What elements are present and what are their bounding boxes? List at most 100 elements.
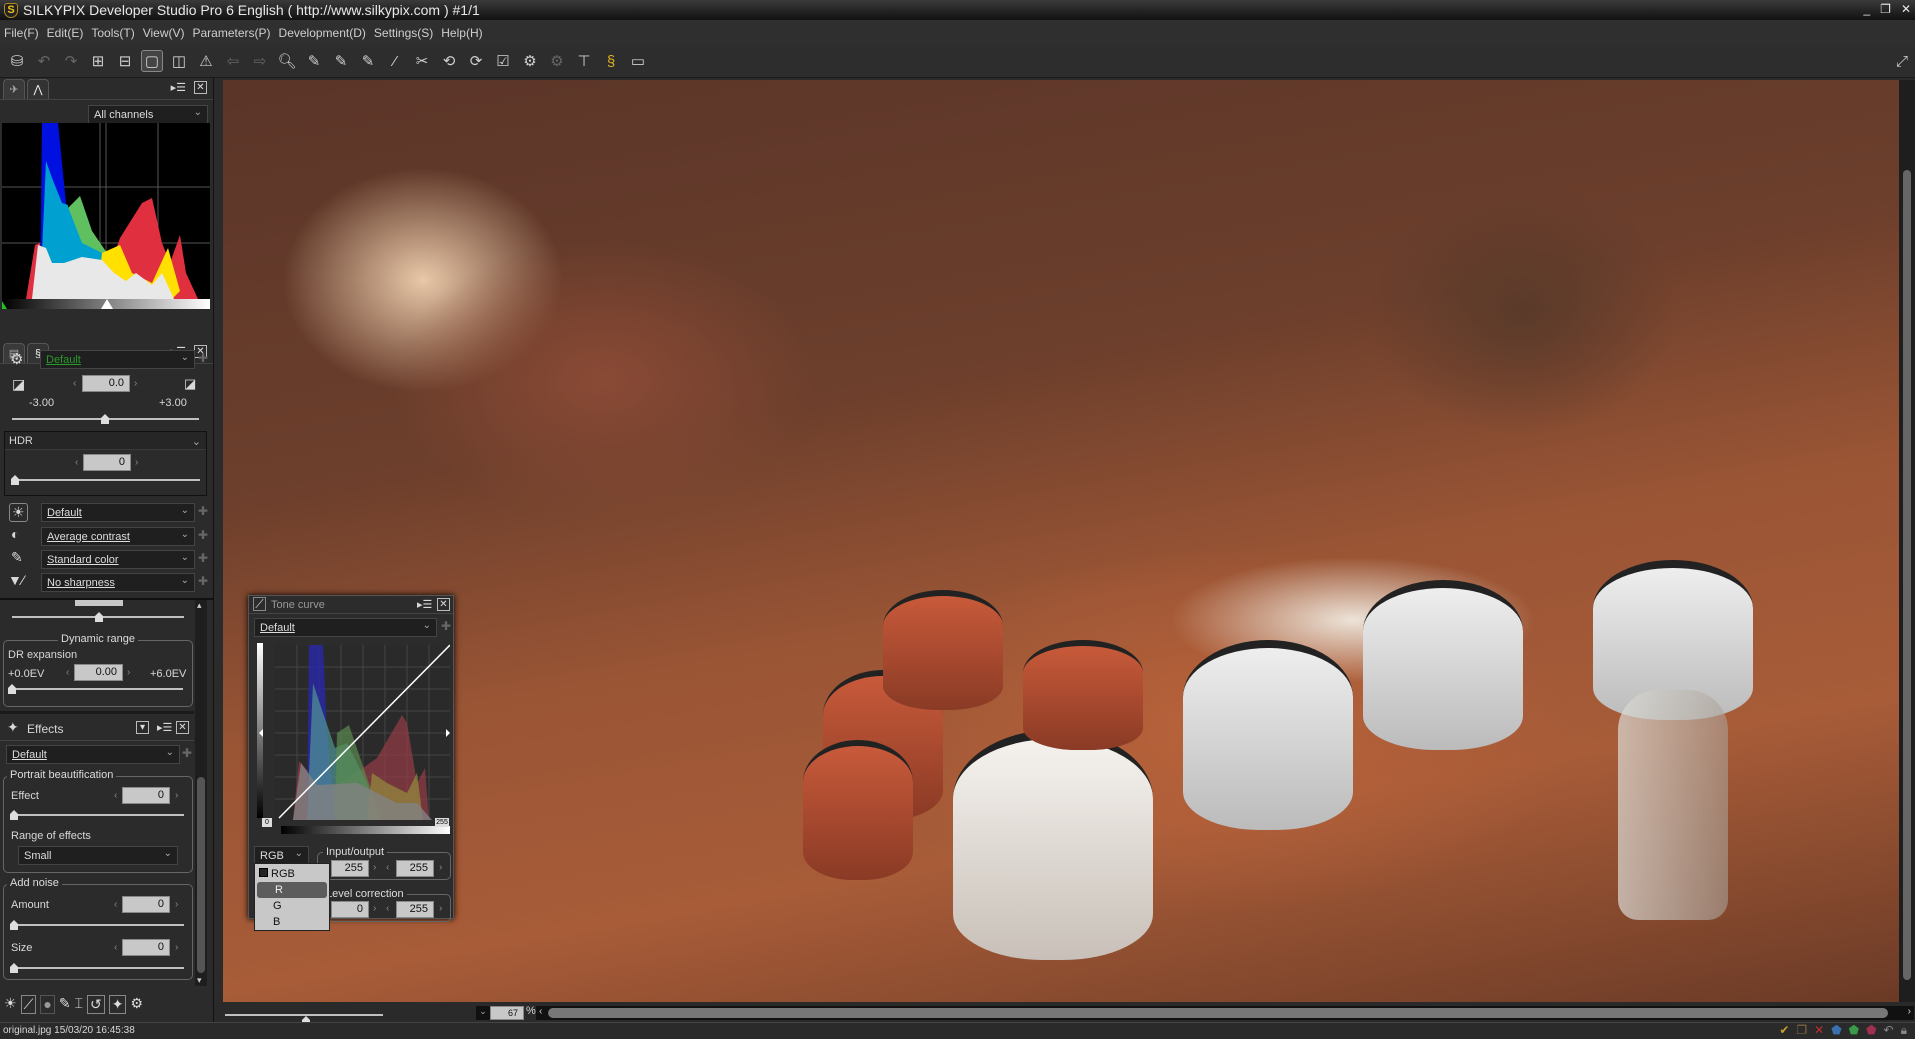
copy-icon[interactable]: ❐ xyxy=(1796,1023,1807,1038)
range-of-effects-select[interactable]: Small ⌄ xyxy=(18,846,178,865)
minimize-button[interactable]: _ xyxy=(1863,2,1870,16)
hdr-field[interactable]: 0 xyxy=(83,454,131,471)
add-preset-icon[interactable]: ✚ xyxy=(198,551,208,565)
silkypix-icon[interactable]: § xyxy=(600,50,622,72)
rotate-left-icon[interactable]: ⟲ xyxy=(438,50,460,72)
add-preset-icon[interactable]: ✚ xyxy=(198,528,208,542)
panel-menu-icon[interactable]: ▸☰ xyxy=(157,721,172,734)
effects-preset-select[interactable]: Default ⌄ xyxy=(6,745,180,764)
increment-arrow[interactable]: › xyxy=(373,903,376,914)
histogram-channel-select[interactable]: All channels ⌄ xyxy=(88,105,208,124)
mark-icon[interactable]: ☑ xyxy=(492,50,514,72)
increment-arrow[interactable]: › xyxy=(439,862,442,873)
add-preset-icon[interactable]: ✚ xyxy=(198,351,208,365)
menu-development[interactable]: Development(D) xyxy=(279,26,366,40)
increment-arrow[interactable]: › xyxy=(439,903,442,914)
menu-tools[interactable]: Tools(T) xyxy=(91,26,134,40)
brush-icon[interactable]: ⁄ xyxy=(384,50,406,72)
amount-slider[interactable] xyxy=(12,924,184,926)
amount-field[interactable]: 0 xyxy=(122,896,170,913)
color-select[interactable]: Standard color ⌄ xyxy=(41,550,195,569)
undo-status-icon[interactable]: ↶ xyxy=(1884,1023,1894,1038)
dr-expansion-field[interactable]: 0.00 xyxy=(74,664,123,681)
add-preset-icon[interactable]: ✚ xyxy=(198,574,208,588)
compare-view-icon[interactable]: ◫ xyxy=(168,50,190,72)
menu-view[interactable]: View(V) xyxy=(143,26,185,40)
exposure-slider-handle[interactable] xyxy=(101,414,109,424)
menu-help[interactable]: Help(H) xyxy=(441,26,482,40)
image-vertical-scrollbar[interactable] xyxy=(1899,80,1915,1002)
gray-picker-icon[interactable]: ✎ xyxy=(330,50,352,72)
color-tool-icon[interactable]: ● xyxy=(40,995,55,1014)
scroll-left-icon[interactable]: ‹ xyxy=(539,1006,542,1017)
panel-menu-icon[interactable]: ▸☰ xyxy=(417,598,432,611)
single-view-icon[interactable]: ▢ xyxy=(141,50,163,72)
decrement-arrow[interactable]: ‹ xyxy=(66,667,69,678)
scrollbar-thumb[interactable] xyxy=(548,1008,1888,1018)
tag-green-icon[interactable]: ⬟ xyxy=(1849,1023,1859,1038)
contrast-select[interactable]: Average contrast ⌄ xyxy=(41,527,195,546)
level-low-field[interactable]: 0 xyxy=(331,901,369,918)
size-slider[interactable] xyxy=(12,967,184,969)
filmstrip-view-icon[interactable]: ⊟ xyxy=(114,50,136,72)
effects-tool-icon[interactable]: ✦ xyxy=(108,995,127,1014)
tab-histogram[interactable]: ⋀ xyxy=(27,79,49,99)
menu-item-r[interactable]: R xyxy=(257,882,327,898)
menu-edit[interactable]: Edit(E) xyxy=(47,26,84,40)
tone-curve-tool-icon[interactable]: ⟋ xyxy=(20,995,37,1014)
tag-red-icon[interactable]: ⬟ xyxy=(1866,1023,1876,1038)
develop-icon[interactable]: ⛁ xyxy=(6,50,28,72)
menu-item-rgb[interactable]: RGB xyxy=(255,866,329,882)
scroll-up-icon[interactable]: ▴ xyxy=(197,600,202,611)
increment-arrow[interactable]: › xyxy=(175,942,178,953)
sharpness-select[interactable]: No sharpness ⌄ xyxy=(41,573,195,592)
white-balance-picker-icon[interactable]: ✎ xyxy=(303,50,325,72)
increment-arrow[interactable]: › xyxy=(135,457,138,468)
fullscreen-display-icon[interactable]: ▭ xyxy=(627,50,649,72)
grid-view-icon[interactable]: ⊞ xyxy=(87,50,109,72)
panel-close-icon[interactable]: ✕ xyxy=(194,81,207,94)
increment-arrow[interactable]: › xyxy=(175,790,178,801)
next-icon[interactable]: ⇨ xyxy=(249,50,271,72)
panel-menu-icon[interactable]: ▸☰ xyxy=(171,81,186,94)
image-horizontal-scrollbar[interactable]: ‹ › xyxy=(536,1006,1914,1020)
increment-arrow[interactable]: › xyxy=(134,378,137,389)
settings-tool-icon[interactable]: ⚙ xyxy=(130,995,143,1014)
lens-tool-icon[interactable]: ⌶ xyxy=(75,995,83,1014)
tag-blue-icon[interactable]: ⬟ xyxy=(1831,1023,1841,1038)
warning-icon[interactable]: ⚠ xyxy=(195,50,217,72)
white-balance-select[interactable]: Default ⌄ xyxy=(41,503,195,522)
input-field[interactable]: 255 xyxy=(331,860,369,877)
menu-parameters[interactable]: Parameters(P) xyxy=(193,26,271,40)
partial-slider-handle[interactable] xyxy=(95,612,103,622)
increment-arrow[interactable]: › xyxy=(373,862,376,873)
menu-item-b[interactable]: B xyxy=(255,914,329,930)
maximize-view-icon[interactable]: ⤢ xyxy=(1891,50,1913,72)
batch-icon[interactable]: ⚙ xyxy=(546,50,568,72)
decrement-arrow[interactable]: ‹ xyxy=(75,457,78,468)
tone-curve-preset-select[interactable]: Default ⌄ xyxy=(254,618,437,637)
scroll-right-icon[interactable]: › xyxy=(1908,1006,1911,1017)
size-field[interactable]: 0 xyxy=(122,939,170,956)
panel-close-icon[interactable]: ✕ xyxy=(176,721,189,734)
lock-icon[interactable]: 🔒︎ xyxy=(1901,1023,1907,1038)
zoom-field[interactable]: 67 xyxy=(490,1006,524,1020)
zoom-slider[interactable] xyxy=(225,1014,383,1016)
restore-button[interactable]: ❐ xyxy=(1880,2,1891,16)
decrement-arrow[interactable]: ‹ xyxy=(114,899,117,910)
decrement-arrow[interactable]: ‹ xyxy=(73,378,76,389)
collapse-icon[interactable]: ▾ xyxy=(136,721,149,734)
scrollbar-thumb[interactable] xyxy=(1903,170,1911,980)
black-point-handle[interactable]: 0 xyxy=(262,818,272,827)
zoom-icon[interactable]: 🔍︎ xyxy=(276,50,298,72)
menu-file[interactable]: File(F) xyxy=(4,26,39,40)
check-icon[interactable]: ✔ xyxy=(1779,1023,1789,1038)
decrement-arrow[interactable]: ‹ xyxy=(386,862,389,873)
output-field[interactable]: 255 xyxy=(396,860,434,877)
effect-slider[interactable] xyxy=(12,814,184,816)
effect-field[interactable]: 0 xyxy=(122,787,170,804)
panel-scrollbar[interactable]: ▴ ▾ xyxy=(195,600,207,986)
spot-remove-icon[interactable]: ✂ xyxy=(411,50,433,72)
scrollbar-thumb[interactable] xyxy=(197,777,205,973)
tone-curve-header[interactable]: ⟋ Tone curve ▸☰ ✕ xyxy=(249,596,453,614)
